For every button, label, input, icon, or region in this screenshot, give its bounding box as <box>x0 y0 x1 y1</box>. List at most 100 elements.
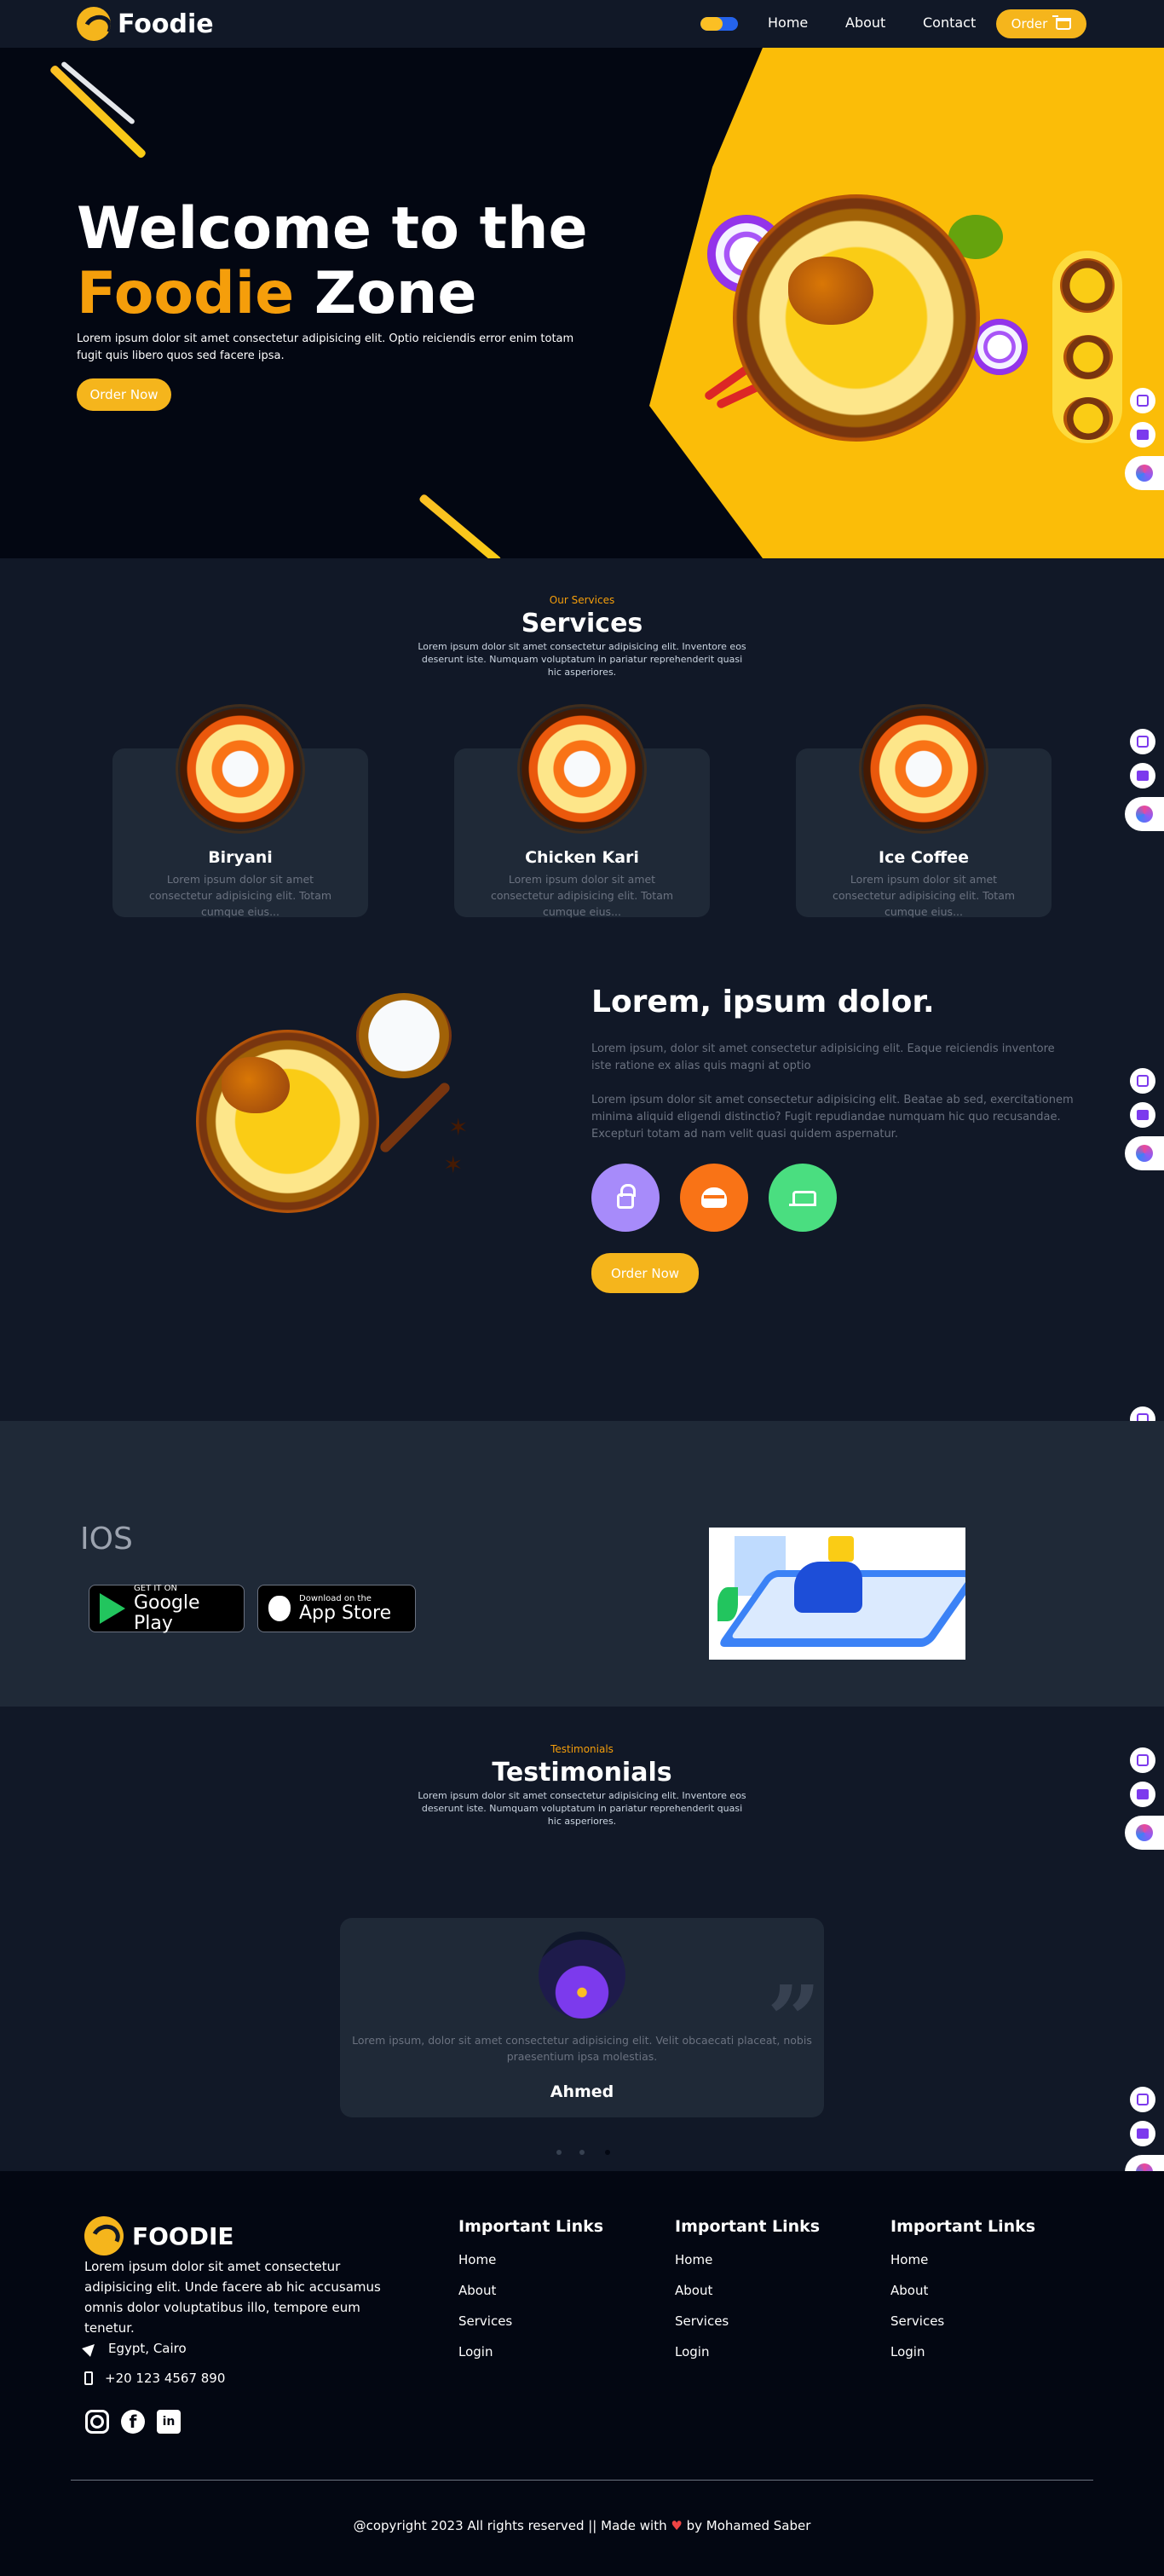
book-icon[interactable] <box>1130 422 1155 448</box>
delivery-feature-button[interactable] <box>769 1164 837 1232</box>
footer-link-home[interactable]: Home <box>675 2252 712 2267</box>
footer-link-login[interactable]: Login <box>890 2344 925 2359</box>
carousel-dot[interactable] <box>556 2150 562 2155</box>
translate-icon[interactable] <box>1130 1068 1155 1094</box>
service-card-description: Lorem ipsum dolor sit amet consectetur a… <box>148 873 332 918</box>
ai-assistant-icon[interactable] <box>1125 797 1164 831</box>
google-play-text: GET IT ON Google Play <box>134 1584 244 1634</box>
about-paragraph-1: Lorem ipsum, dolor sit amet consectetur … <box>591 1043 1055 1072</box>
chicken-image <box>788 257 873 325</box>
lock-icon <box>617 1184 636 1209</box>
theme-toggle[interactable] <box>700 17 738 31</box>
testimonial-name: Ahmed <box>550 2082 614 2101</box>
footer-column-title: Important Links <box>890 2217 1036 2236</box>
order-button-label: Order <box>1011 16 1048 32</box>
dish-thumb-2[interactable] <box>1063 335 1113 379</box>
testimonials-description: Lorem ipsum dolor sit amet consectetur a… <box>418 1790 746 1827</box>
service-dish-image <box>176 704 305 834</box>
footer-link-home[interactable]: Home <box>890 2252 928 2267</box>
raita-bowl-image <box>356 993 452 1078</box>
onion-image <box>971 319 1028 375</box>
footer-link-login[interactable]: Login <box>458 2344 493 2359</box>
footer-phone-text: +20 123 4567 890 <box>105 2371 226 2386</box>
floating-widget[interactable] <box>1125 729 1164 831</box>
nav-link-contact[interactable]: Contact <box>923 14 976 31</box>
chopstick-image <box>49 64 147 159</box>
footer-link-about[interactable]: About <box>458 2283 496 2298</box>
footer-link-about[interactable]: About <box>890 2283 928 2298</box>
dish-thumb-3[interactable] <box>1063 397 1113 440</box>
chicken-image <box>222 1057 290 1113</box>
logo-icon <box>77 7 111 41</box>
translate-icon[interactable] <box>1130 388 1155 413</box>
footer-column-title: Important Links <box>675 2217 821 2236</box>
ai-assistant-icon[interactable] <box>1125 456 1164 490</box>
package-shape <box>828 1536 854 1562</box>
scooter-shape <box>794 1562 862 1613</box>
hero-title-accent: Foodie <box>77 260 295 327</box>
instagram-icon[interactable] <box>85 2410 109 2434</box>
testimonials-eyebrow: Testimonials <box>550 1743 614 1755</box>
phone-icon <box>84 2371 93 2385</box>
service-card-description: Lorem ipsum dolor sit amet consectetur a… <box>832 873 1016 918</box>
book-icon[interactable] <box>1130 1102 1155 1128</box>
carousel-dot[interactable] <box>579 2150 585 2155</box>
floating-widget[interactable] <box>1125 388 1164 490</box>
hero-title-line1: Welcome to the <box>77 195 588 263</box>
app-store-button[interactable]: Download on the App Store <box>257 1585 416 1632</box>
brand-logo[interactable]: Foodie <box>77 7 214 41</box>
footer-column-title: Important Links <box>458 2217 604 2236</box>
carousel-dot-active[interactable] <box>605 2150 610 2155</box>
delivery-icon <box>789 1189 816 1206</box>
google-play-button[interactable]: GET IT ON Google Play <box>89 1584 245 1634</box>
ai-assistant-icon[interactable] <box>1125 1816 1164 1850</box>
testimonials-title: Testimonials <box>492 1758 672 1788</box>
footer-link-services[interactable]: Services <box>890 2313 944 2329</box>
nav-link-home[interactable]: Home <box>768 14 808 31</box>
ai-assistant-icon[interactable] <box>1125 1136 1164 1170</box>
navbar: Foodie Home About Contact Order <box>0 0 1164 48</box>
footer-logo[interactable]: FOODIE <box>84 2216 234 2255</box>
footer-link-home[interactable]: Home <box>458 2252 496 2267</box>
delivery-illustration <box>709 1528 965 1660</box>
logo-icon <box>84 2216 124 2255</box>
apple-icon <box>268 1596 291 1621</box>
facebook-icon[interactable]: f <box>121 2410 145 2434</box>
ios-heading: IOS <box>80 1522 133 1557</box>
heart-icon: ♥ <box>671 2518 683 2533</box>
dish-thumb-1[interactable] <box>1060 258 1115 313</box>
order-button[interactable]: Order <box>996 9 1086 38</box>
google-play-small: GET IT ON <box>134 1583 177 1593</box>
footer-address-text: Egypt, Cairo <box>108 2341 187 2356</box>
footer-link-login[interactable]: Login <box>675 2344 709 2359</box>
about-order-now-button[interactable]: Order Now <box>591 1253 699 1293</box>
security-feature-button[interactable] <box>591 1164 660 1232</box>
hero-title-rest: Zone <box>294 260 477 327</box>
service-dish-image <box>859 704 988 834</box>
cinnamon-image <box>377 1080 452 1155</box>
google-play-big: Google Play <box>134 1591 200 1634</box>
service-card-title: Ice Coffee <box>879 848 969 867</box>
translate-icon[interactable] <box>1130 2087 1155 2112</box>
book-icon[interactable] <box>1130 763 1155 788</box>
floating-widget[interactable] <box>1125 1068 1164 1170</box>
nav-link-about[interactable]: About <box>845 14 885 31</box>
translate-icon[interactable] <box>1130 729 1155 754</box>
plant-shape <box>717 1587 738 1621</box>
app-store-small: Download on the <box>299 1593 372 1603</box>
linkedin-icon[interactable]: in <box>157 2410 181 2434</box>
book-icon[interactable] <box>1130 2121 1155 2146</box>
testimonial-text: Lorem ipsum, dolor sit amet consectetur … <box>352 2034 812 2063</box>
hero-subtitle: Lorem ipsum dolor sit amet consectetur a… <box>77 332 574 362</box>
biryani-bowl-image <box>196 1030 379 1213</box>
hero-title-line2: Foodie Zone <box>77 262 588 326</box>
footer-link-about[interactable]: About <box>675 2283 712 2298</box>
avatar <box>539 1932 625 2019</box>
food-feature-button[interactable] <box>680 1164 748 1232</box>
hero-order-now-button[interactable]: Order Now <box>77 378 171 411</box>
footer-link-services[interactable]: Services <box>675 2313 729 2329</box>
copyright: @copyright 2023 All rights reserved || M… <box>0 2518 1164 2533</box>
footer-phone: +20 123 4567 890 <box>84 2371 225 2386</box>
burger-icon <box>701 1187 727 1208</box>
footer-link-services[interactable]: Services <box>458 2313 512 2329</box>
